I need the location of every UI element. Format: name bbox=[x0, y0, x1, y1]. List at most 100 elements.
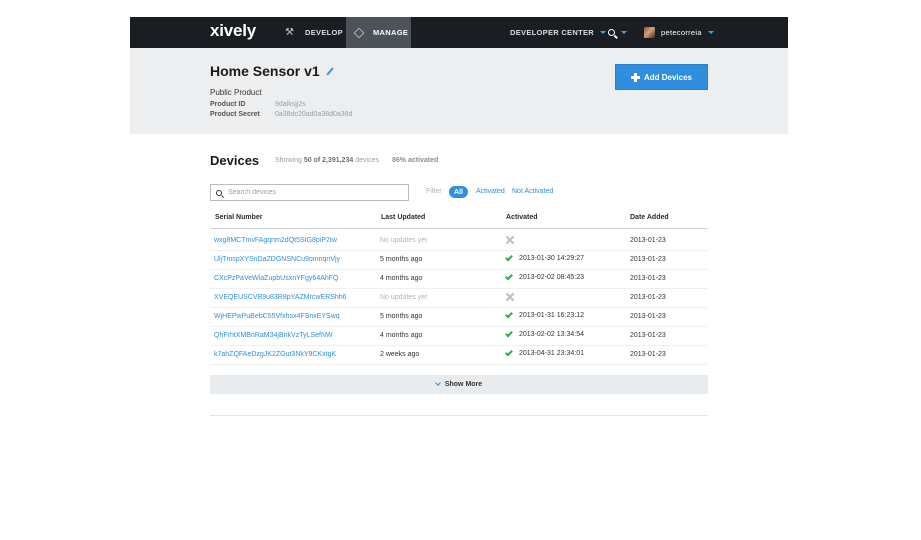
stack-icon bbox=[353, 27, 365, 38]
wrench-icon: ⚒ bbox=[285, 27, 295, 38]
serial-link[interactable]: wxg8MCTmvFAgqnm2dQt5StG8piP2tw bbox=[214, 237, 337, 244]
top-navbar: xively ⚒ DEVELOP MANAGE DEVELOPER CENTER… bbox=[130, 17, 788, 48]
activated-cell: 2013-02-02 08:45:23 bbox=[505, 272, 584, 281]
search-icon bbox=[608, 29, 615, 36]
table-row: k7ahZQFAeDzgJK2ZGut3NkY9CKxtgK 2 weeks a… bbox=[210, 346, 708, 365]
check-icon bbox=[505, 272, 513, 281]
serial-link[interactable]: CXcPzPaVeWiaZupbUsxnYFgy64AhFQ bbox=[214, 275, 339, 282]
search-input[interactable] bbox=[228, 189, 398, 196]
filter-all-pill[interactable]: All bbox=[449, 186, 468, 198]
show-more-label: Show More bbox=[444, 381, 483, 388]
chevron-down-icon bbox=[599, 31, 606, 34]
nav-developer-center-label: DEVELOPER CENTER bbox=[510, 28, 594, 37]
product-id-value: 9dalksjj2s bbox=[275, 101, 306, 108]
filter-label: Filter bbox=[426, 188, 442, 195]
nav-develop-label: DEVELOP bbox=[305, 28, 343, 37]
last-updated: 2 weeks ago bbox=[380, 351, 420, 358]
table-row: XVEQEUSCVB9u83R8pYAZMrcwERShh6 No update… bbox=[210, 289, 708, 308]
device-count-summary: Showing 50 of 2,391,234 devices bbox=[275, 157, 379, 164]
plus-icon bbox=[630, 72, 640, 82]
product-header: Home Sensor v1 Public Product Product ID… bbox=[130, 48, 788, 134]
add-devices-button[interactable]: Add Devices bbox=[615, 64, 708, 90]
avatar bbox=[644, 27, 655, 38]
user-menu[interactable]: petecorreia bbox=[644, 17, 714, 48]
filter-not-activated-link[interactable]: Not Activated bbox=[512, 188, 553, 195]
table-row: wxg8MCTmvFAgqnm2dQt5StG8piP2tw No update… bbox=[210, 232, 708, 251]
chevron-down-icon bbox=[434, 379, 441, 386]
activated-cell: 2013-02-02 13:34:54 bbox=[505, 329, 584, 338]
cross-icon bbox=[506, 293, 514, 301]
check-icon bbox=[505, 329, 513, 338]
product-id-label: Product ID bbox=[210, 101, 246, 108]
activated-percentage: 86% activated bbox=[392, 157, 439, 164]
devices-heading: Devices bbox=[210, 153, 260, 168]
date-added: 2013-01-23 bbox=[630, 256, 666, 263]
nav-manage-label: MANAGE bbox=[373, 28, 409, 37]
nav-manage[interactable]: MANAGE bbox=[346, 17, 411, 48]
activated-cell bbox=[506, 236, 514, 244]
activated-cell: 2013-04-31 23:34:01 bbox=[505, 348, 584, 357]
last-updated: 4 months ago bbox=[380, 332, 423, 339]
device-search[interactable] bbox=[210, 184, 409, 201]
showing-prefix: Showing bbox=[275, 157, 302, 164]
chevron-down-icon bbox=[707, 31, 714, 34]
app-frame: xively ⚒ DEVELOP MANAGE DEVELOPER CENTER… bbox=[130, 17, 788, 540]
serial-link[interactable]: XVEQEUSCVB9u83R8pYAZMrcwERShh6 bbox=[214, 294, 347, 301]
serial-link[interactable]: WjHEPwPuBebC55Vfxhsx4FSnxEYSwq bbox=[214, 313, 340, 320]
xively-logo[interactable]: xively bbox=[210, 21, 256, 41]
column-header-serial[interactable]: Serial Number bbox=[215, 214, 262, 221]
check-icon bbox=[505, 310, 513, 319]
column-header-date-added[interactable]: Date Added bbox=[630, 214, 669, 221]
product-secret-value: 0a38dc20ad0a38d0a38d bbox=[275, 111, 353, 118]
filter-activated-link[interactable]: Activated bbox=[476, 188, 505, 195]
product-title: Home Sensor v1 bbox=[210, 63, 320, 79]
product-title-wrap: Home Sensor v1 bbox=[210, 63, 334, 79]
date-added: 2013-01-23 bbox=[630, 332, 666, 339]
cross-icon bbox=[506, 236, 514, 244]
serial-link[interactable]: QhFrhtXMBnRaM34jBnkVzTyLSefNW bbox=[214, 332, 333, 339]
username-label: petecorreia bbox=[661, 28, 702, 37]
date-added: 2013-01-23 bbox=[630, 237, 666, 244]
last-updated: 5 months ago bbox=[380, 313, 423, 320]
table-header-divider bbox=[210, 228, 708, 229]
showing-suffix: devices bbox=[355, 157, 379, 164]
search-icon bbox=[216, 189, 222, 196]
activated-cell bbox=[506, 293, 514, 301]
table-row: WjHEPwPuBebC55Vfxhsx4FSnxEYSwq 5 months … bbox=[210, 308, 708, 327]
activated-date: 2013-01-30 14:29:27 bbox=[519, 255, 584, 262]
product-type: Public Product bbox=[210, 88, 262, 97]
check-icon bbox=[505, 348, 513, 357]
pencil-icon[interactable] bbox=[325, 67, 334, 76]
activated-date: 2013-02-02 08:45:23 bbox=[519, 274, 584, 281]
activated-date: 2013-04-31 23:34:01 bbox=[519, 350, 584, 357]
last-updated: No updates yet bbox=[380, 294, 428, 301]
chevron-down-icon bbox=[621, 31, 627, 34]
footer-divider bbox=[210, 415, 708, 416]
nav-develop[interactable]: ⚒ DEVELOP bbox=[283, 17, 343, 48]
activated-date: 2013-01-31 16:23:12 bbox=[519, 312, 584, 319]
showing-count: 50 of 2,391,234 bbox=[303, 157, 354, 164]
serial-link[interactable]: k7ahZQFAeDzgJK2ZGut3NkY9CKxtgK bbox=[214, 351, 336, 358]
last-updated: 4 months ago bbox=[380, 275, 423, 282]
nav-developer-center[interactable]: DEVELOPER CENTER bbox=[510, 17, 606, 48]
date-added: 2013-01-23 bbox=[630, 294, 666, 301]
add-devices-label: Add Devices bbox=[643, 72, 693, 82]
column-header-activated[interactable]: Activated bbox=[506, 214, 538, 221]
date-added: 2013-01-23 bbox=[630, 275, 666, 282]
activated-cell: 2013-01-30 14:29:27 bbox=[505, 253, 584, 262]
table-row: CXcPzPaVeWiaZupbUsxnYFgy64AhFQ 4 months … bbox=[210, 270, 708, 289]
date-added: 2013-01-23 bbox=[630, 313, 666, 320]
table-row: QhFrhtXMBnRaM34jBnkVzTyLSefNW 4 months a… bbox=[210, 327, 708, 346]
show-more-button[interactable]: Show More bbox=[210, 375, 708, 394]
table-row: UljTmspXYSnDaZDGNSNCu9omnqnVjy 5 months … bbox=[210, 251, 708, 270]
activated-cell: 2013-01-31 16:23:12 bbox=[505, 310, 584, 319]
serial-link[interactable]: UljTmspXYSnDaZDGNSNCu9omnqnVjy bbox=[214, 256, 340, 263]
column-header-updated[interactable]: Last Updated bbox=[381, 214, 425, 221]
activated-date: 2013-02-02 13:34:54 bbox=[519, 331, 584, 338]
last-updated: 5 months ago bbox=[380, 256, 423, 263]
product-secret-label: Product Secret bbox=[210, 111, 260, 118]
last-updated: No updates yet bbox=[380, 237, 428, 244]
check-icon bbox=[505, 253, 513, 262]
nav-search-button[interactable] bbox=[608, 17, 627, 48]
date-added: 2013-01-23 bbox=[630, 351, 666, 358]
